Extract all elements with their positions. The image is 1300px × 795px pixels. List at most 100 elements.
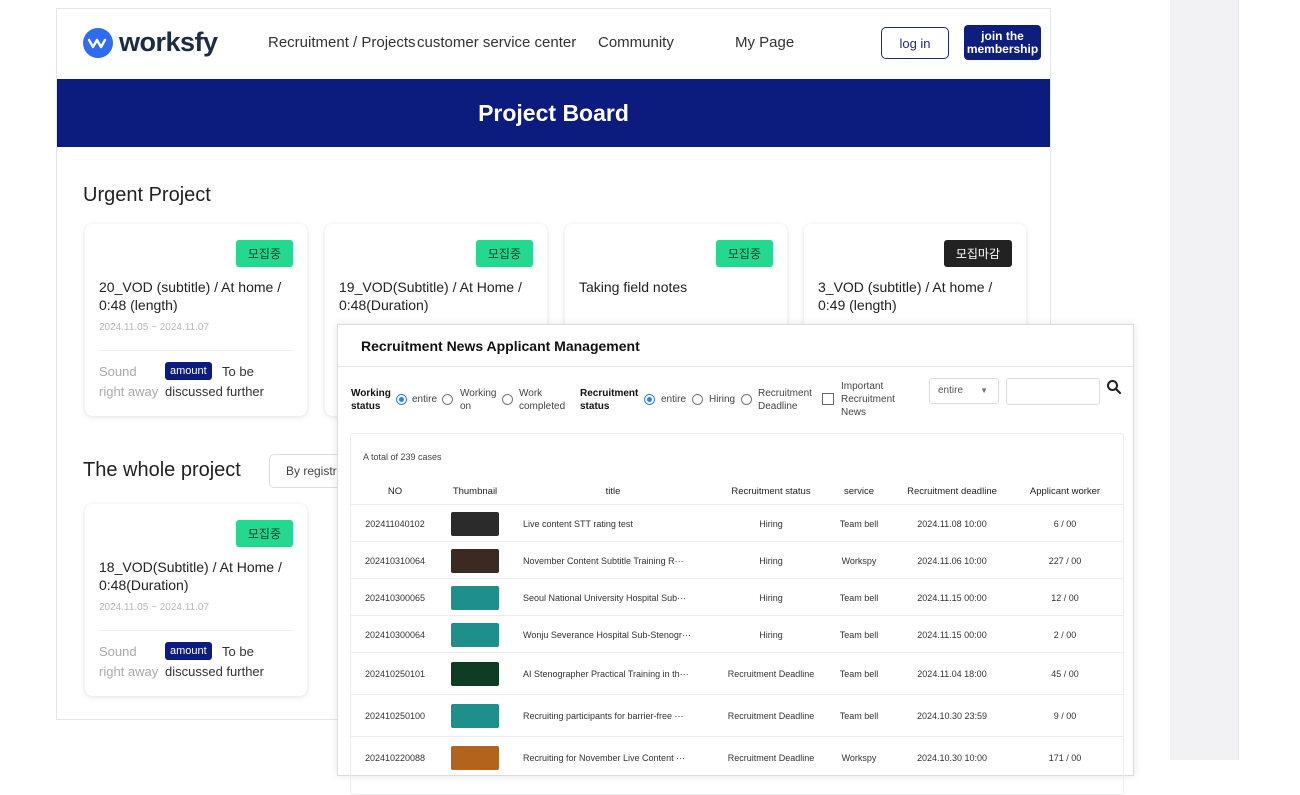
col-service: service [843,486,875,497]
card-sound-label: Sound right away [99,364,159,399]
cell-status: Recruitment Deadline [727,669,815,679]
cell-status: Hiring [759,555,783,566]
cell-title[interactable]: Recruiting for November Live Content ··· [523,737,705,779]
cell-service: Team bell [839,669,879,679]
cell-status: Hiring [759,592,783,603]
cell-applicants: 227 / 00 [1048,555,1082,566]
thumbnail-image[interactable] [451,548,499,573]
cell-no: 202410220088 [364,753,426,763]
nav-customer-service[interactable]: customer service center [417,34,576,51]
cell-service: Team bell [839,592,879,603]
table-row[interactable]: 202410310064 November Content Subtitle Tr… [351,541,1123,579]
working-entire-radio[interactable] [396,394,407,405]
applicant-table: A total of 239 cases NO Thumbnail title … [350,433,1124,795]
amount-badge: amount [165,362,212,380]
urgent-section-title: Urgent Project [83,184,211,206]
col-thumbnail: Thumbnail [452,486,498,497]
card-title: 20_VOD (subtitle) / At home / 0:48 (leng… [99,279,282,313]
cell-title[interactable]: Live content STT rating test [523,505,705,542]
recruit-entire-radio[interactable] [644,394,655,405]
join-membership-button[interactable]: join the membership [964,25,1041,60]
cell-service: Team bell [839,711,879,721]
important-news-checkbox[interactable] [822,393,834,405]
thumbnail-image[interactable] [451,622,499,647]
thumbnail-image[interactable] [451,511,499,536]
cell-service: Team bell [839,518,879,529]
working-on-label: Working on [460,388,497,412]
table-row[interactable]: 202410250100 Recruiting participants for … [351,694,1123,737]
page-title: Project Board [478,99,629,126]
recruit-hiring-label: Hiring [709,394,736,405]
right-gutter-2 [1238,0,1300,760]
table-row[interactable]: 202410300065 Seoul National University Ho… [351,578,1123,616]
cell-applicants: 2 / 00 [1053,629,1077,640]
caret-down-icon: ▼ [980,386,988,395]
filter-select[interactable]: entire ▼ [929,378,999,404]
cell-no: 202410250101 [364,669,426,679]
cell-no: 202410300065 [364,592,426,603]
nav-community[interactable]: Community [598,34,674,51]
col-recruitment-status: Recruitment status [731,486,811,497]
right-gutter [1170,0,1238,760]
thumbnail-image[interactable] [451,662,499,686]
working-status-label: Working status [351,388,391,412]
cell-title[interactable]: Recruiting participants for barrier-free… [523,695,705,737]
project-card[interactable]: 모집중 18_VOD(Subtitle) / At Home / 0:48(Du… [85,504,307,696]
recruit-hiring-radio[interactable] [692,394,703,405]
working-on-radio[interactable] [442,394,453,405]
table-row[interactable]: 202410300064 Wonju Severance Hospital Sub… [351,615,1123,653]
recruit-deadline-radio[interactable] [741,394,752,405]
cell-deadline: 2024.11.08 10:00 [917,518,987,529]
cell-status: Recruitment Deadline [727,753,815,763]
important-news-label: Important Recruitment News [841,381,895,418]
cell-title[interactable]: Wonju Severance Hospital Sub-Stenogr··· [523,616,705,653]
status-badge: 모집중 [715,240,773,267]
project-card[interactable]: 모집중 20_VOD (subtitle) / At home / 0:48 (… [85,224,307,416]
card-date: 2024.11.05 ~ 2024.11.07 [99,602,210,613]
cell-deadline: 2024.10.30 23:59 [916,711,988,721]
page-banner: Project Board [57,79,1050,147]
table-row[interactable]: 202410220088 Recruiting for November Live… [351,736,1123,779]
card-divider [99,630,293,631]
col-deadline: Recruitment deadline [907,486,997,497]
logo[interactable]: worksfy [83,27,218,58]
table-row[interactable]: 202410250101 AI Stenographer Practical Tr… [351,652,1123,695]
cell-applicants: 6 / 00 [1053,518,1077,529]
thumbnail-image[interactable] [451,746,499,770]
card-date: 2024.11.05 ~ 2024.11.07 [99,322,210,333]
cell-service: Team bell [839,629,879,640]
recruit-entire-label: entire [661,394,687,405]
thumbnail-image[interactable] [451,585,499,610]
thumbnail-image[interactable] [451,704,499,728]
cell-title[interactable]: November Content Subtitle Training R··· [523,542,705,579]
table-row[interactable]: 202411040102 Live content STT rating test… [351,504,1123,542]
logo-wave-icon [83,27,113,58]
status-badge: 모집중 [475,240,533,267]
cell-deadline: 2024.11.15 00:00 [917,592,987,603]
cell-title[interactable]: Seoul National University Hospital Sub··… [523,579,705,616]
logo-text: worksfy [119,27,218,57]
status-badge: 모집마감 [943,240,1012,267]
table-header: NO Thumbnail title Recruitment status se… [351,480,1123,504]
cell-applicants: 45 / 00 [1051,669,1079,679]
cell-no: 202410310064 [364,555,426,566]
status-badge: 모집중 [235,520,293,547]
cell-status: Hiring [759,629,783,640]
filter-select-value: entire [938,385,964,396]
cell-status: Recruitment Deadline [727,711,815,721]
cell-no: 202411040102 [365,518,425,529]
cell-no: 202410250100 [364,711,426,721]
card-title: 19_VOD(Subtitle) / At Home / 0:48(Durati… [339,279,522,313]
nav-recruitment[interactable]: Recruitment / Projects [268,34,416,51]
cell-title[interactable]: AI Stenographer Practical Training in th… [523,653,705,695]
work-completed-label: Work completed [519,388,566,412]
recruitment-status-label: Recruitment status [580,388,639,412]
cell-service: Workspy [841,753,877,763]
cell-applicants: 9 / 00 [1053,711,1077,721]
col-applicant-worker: Applicant worker [1029,486,1101,497]
nav-my-page[interactable]: My Page [735,34,794,51]
search-input[interactable] [1006,378,1100,405]
login-button[interactable]: log in [881,27,949,59]
work-completed-radio[interactable] [502,394,513,405]
search-icon[interactable] [1106,379,1122,395]
